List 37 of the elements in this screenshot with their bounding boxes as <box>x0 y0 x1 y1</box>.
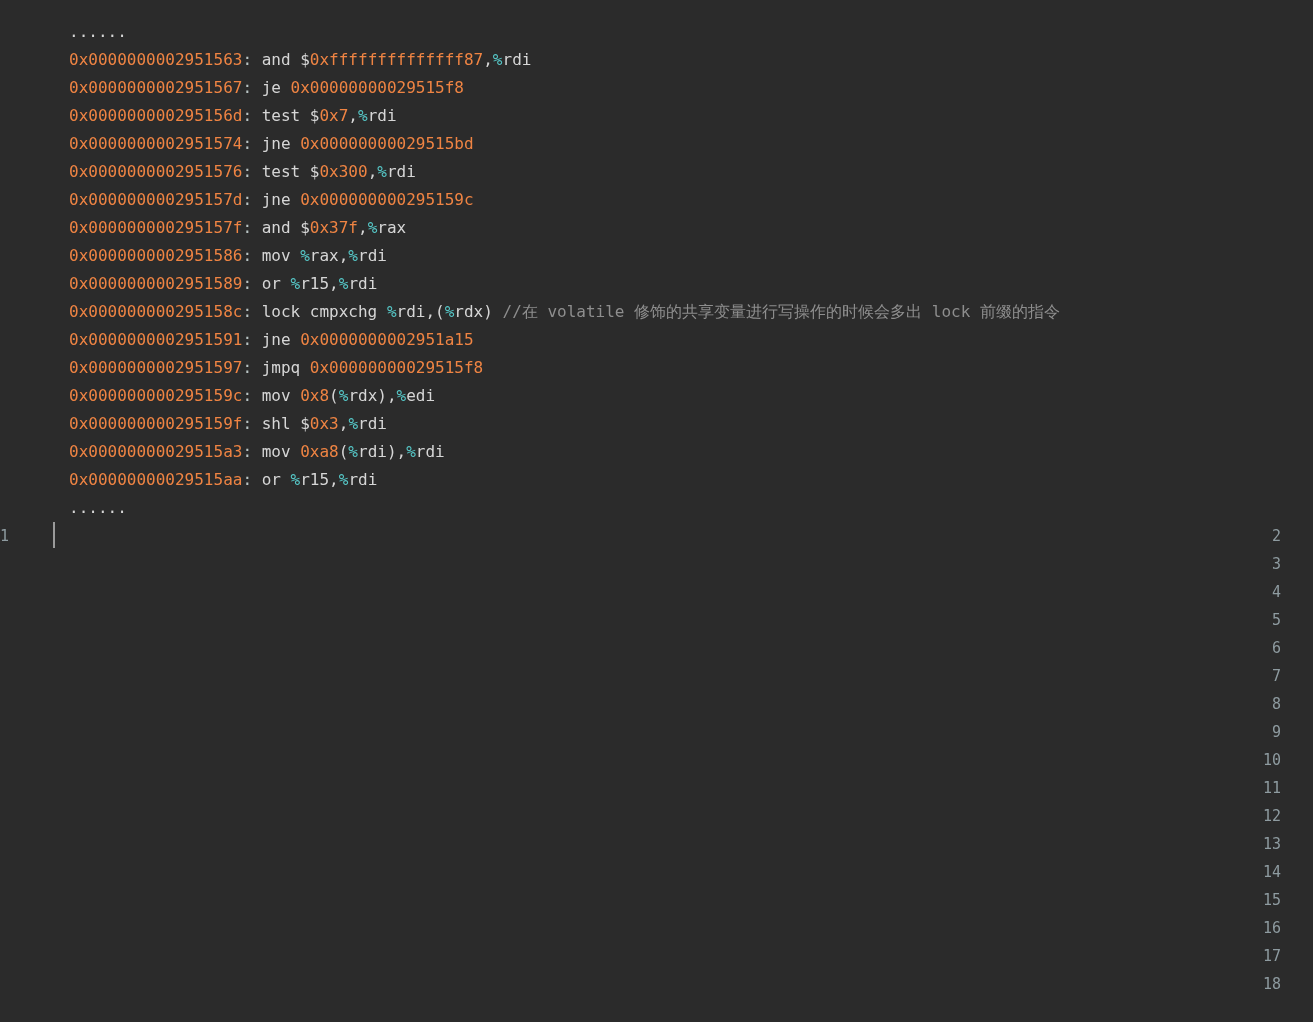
code-line: ...... <box>69 497 127 519</box>
code-line: 0x0000000002951576: test $0x300,%rdi <box>69 161 416 183</box>
code-line: 0x0000000002951586: mov %rax,%rdi <box>69 245 387 267</box>
line-number: 16 <box>1262 918 1281 939</box>
code-line: 0x0000000002951567: je 0x00000000029515f8 <box>69 77 464 99</box>
code-line: 0x0000000002951591: jne 0x0000000002951a15 <box>69 329 474 351</box>
line-number: 2 <box>1271 526 1281 547</box>
line-number: 5 <box>1271 610 1281 631</box>
line-number: 10 <box>1262 750 1281 771</box>
code-line: 0x0000000002951597: jmpq 0x00000000029515f8 <box>69 357 484 379</box>
code-line: 0x00000000029515a3: mov 0xa8(%rdi),%rdi <box>69 441 445 463</box>
text-cursor <box>53 522 55 548</box>
code-line: 0x000000000295158c: lock cmpxchg %rdi,(%rdx) //在 volatile 修饰的共享变量进行写操作的时候会多出 lock 前缀的指令 <box>69 301 1060 323</box>
line-number: 3 <box>1271 554 1281 575</box>
line-number: 14 <box>1262 862 1281 883</box>
code-line: 0x000000000295159c: mov 0x8(%rdx),%edi <box>69 385 436 407</box>
line-number: 7 <box>1271 666 1281 687</box>
line-number: 12 <box>1262 806 1281 827</box>
line-number: 13 <box>1262 834 1281 855</box>
code-line: 0x00000000029515aa: or %r15,%rdi <box>69 469 378 491</box>
code-line: 0x000000000295157d: jne 0x000000000295159c <box>69 189 474 211</box>
code-line: 0x000000000295159f: shl $0x3,%rdi <box>69 413 387 435</box>
code-line: 0x0000000002951589: or %r15,%rdi <box>69 273 378 295</box>
code-line: 0x000000000295156d: test $0x7,%rdi <box>69 105 397 127</box>
line-number: 9 <box>1271 722 1281 743</box>
line-number: 18 <box>1262 974 1281 995</box>
line-number: 6 <box>1271 638 1281 659</box>
code-line: 0x0000000002951563: and $0xffffffffffffff87,%rdi <box>69 49 532 71</box>
line-number: 15 <box>1262 890 1281 911</box>
line-number: 11 <box>1262 778 1281 799</box>
line-number: 1 <box>0 526 10 547</box>
line-number: 8 <box>1271 694 1281 715</box>
line-number: 4 <box>1271 582 1281 603</box>
code-line: ...... <box>69 21 127 43</box>
code-line: 0x0000000002951574: jne 0x00000000029515bd <box>69 133 474 155</box>
code-line: 0x000000000295157f: and $0x37f,%rax <box>69 217 407 239</box>
line-number: 17 <box>1262 946 1281 967</box>
